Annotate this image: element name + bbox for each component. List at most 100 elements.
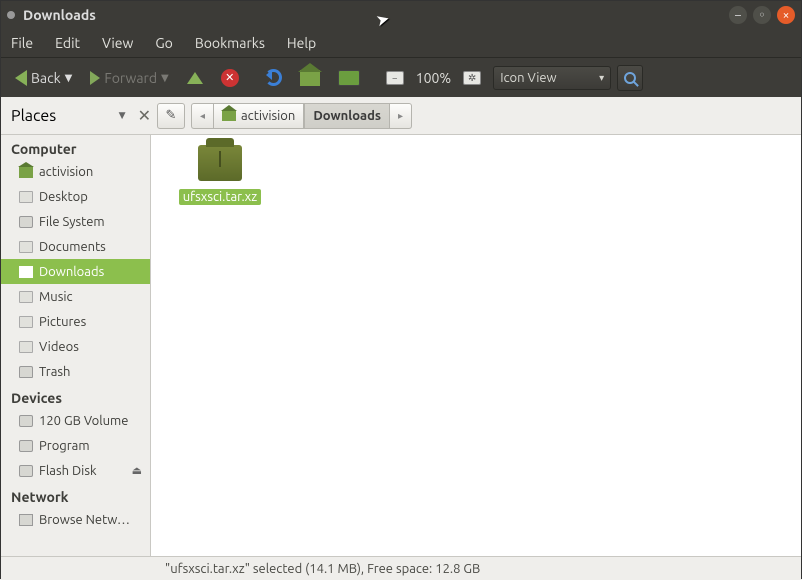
videos-icon — [19, 341, 33, 353]
breadcrumb: ◂ activision Downloads ▸ — [191, 103, 412, 129]
menu-edit[interactable]: Edit — [51, 33, 84, 53]
sidebar-item-desktop[interactable]: Desktop — [1, 184, 150, 209]
sidebar-item-label: Music — [39, 290, 73, 304]
back-button[interactable]: Back ▼ — [9, 67, 78, 89]
folder-icon — [19, 241, 33, 253]
home-button[interactable] — [294, 67, 326, 89]
download-icon — [19, 266, 33, 278]
file-item[interactable]: ufsxsci.tar.xz — [175, 141, 265, 205]
reload-button[interactable] — [259, 66, 288, 89]
chevron-down-icon[interactable]: ▼ — [161, 72, 169, 84]
breadcrumb-label: Downloads — [313, 109, 381, 123]
maximize-button[interactable]: ◦ — [753, 6, 771, 24]
window-title: Downloads — [23, 7, 723, 23]
up-button[interactable] — [181, 69, 209, 87]
menu-file[interactable]: File — [7, 33, 37, 53]
close-sidebar-button[interactable]: ✕ — [138, 106, 151, 125]
sidebar-item-home[interactable]: activision — [1, 159, 150, 184]
chevron-down-icon[interactable]: ▼ — [119, 110, 126, 121]
sidebar-item-trash[interactable]: Trash — [1, 359, 150, 384]
places-label[interactable]: Places — [11, 107, 107, 125]
home-icon — [300, 70, 320, 86]
zoom-level: 100% — [416, 70, 451, 86]
sidebar-item-label: activision — [39, 165, 93, 179]
folder-icon — [19, 191, 33, 203]
zoom-out-button[interactable]: – — [380, 68, 410, 88]
menu-view[interactable]: View — [98, 33, 137, 53]
sidebar-item-documents[interactable]: Documents — [1, 234, 150, 259]
sidebar-item-label: Desktop — [39, 190, 88, 204]
zoom-in-button[interactable]: ✲ — [457, 68, 487, 88]
section-network: Network — [1, 483, 150, 507]
view-mode-label: Icon View — [500, 71, 556, 85]
view-mode-select[interactable]: Icon View ▾ — [493, 66, 611, 90]
trash-icon — [19, 366, 33, 378]
window-icon — [7, 11, 15, 19]
drive-icon — [19, 465, 33, 477]
sidebar-item-volume[interactable]: 120 GB Volume — [1, 408, 150, 433]
sidebar-item-label: 120 GB Volume — [39, 414, 128, 428]
home-icon — [222, 110, 236, 121]
drive-icon — [19, 216, 33, 228]
breadcrumb-current[interactable]: Downloads — [304, 103, 390, 129]
search-icon — [624, 72, 636, 84]
sidebar-item-label: Browse Netw… — [39, 513, 130, 527]
network-icon — [19, 514, 33, 526]
sidebar-item-label: File System — [39, 215, 105, 229]
sidebar-item-pictures[interactable]: Pictures — [1, 309, 150, 334]
close-button[interactable]: × — [777, 6, 795, 24]
drive-icon — [19, 415, 33, 427]
toolbar: Back ▼ Forward ▼ ✕ – 100% ✲ Icon View ▾ — [1, 57, 801, 97]
menu-go[interactable]: Go — [151, 33, 176, 53]
sidebar-item-flash[interactable]: Flash Disk ⏏ — [1, 458, 150, 483]
reload-icon — [265, 69, 282, 86]
drive-icon — [19, 440, 33, 452]
forward-label: Forward — [104, 70, 157, 86]
menu-help[interactable]: Help — [283, 33, 320, 53]
breadcrumb-prev-button[interactable]: ◂ — [191, 103, 213, 129]
home-icon — [19, 166, 33, 178]
file-view[interactable]: ufsxsci.tar.xz — [151, 135, 801, 556]
forward-button[interactable]: Forward ▼ — [84, 67, 174, 89]
zoom-in-icon: ✲ — [463, 71, 481, 85]
chevron-down-icon: ▾ — [599, 72, 604, 84]
sidebar-item-program[interactable]: Program — [1, 433, 150, 458]
status-text: "ufsxsci.tar.xz" selected (14.1 MB), Fre… — [165, 562, 480, 576]
menu-bookmarks[interactable]: Bookmarks — [191, 33, 269, 53]
sidebar-item-filesystem[interactable]: File System — [1, 209, 150, 234]
back-label: Back — [31, 70, 61, 86]
back-icon — [15, 70, 27, 86]
titlebar[interactable]: Downloads – ◦ × — [1, 1, 801, 29]
music-icon — [19, 291, 33, 303]
sidebar-item-label: Downloads — [39, 265, 104, 279]
sidebar-item-browse-network[interactable]: Browse Netw… — [1, 507, 150, 532]
breadcrumb-next-button[interactable]: ▸ — [390, 103, 412, 129]
sidebar-item-music[interactable]: Music — [1, 284, 150, 309]
menubar: File Edit View Go Bookmarks Help — [1, 29, 801, 57]
search-button[interactable] — [617, 65, 643, 91]
breadcrumb-home[interactable]: activision — [213, 103, 304, 129]
chevron-down-icon[interactable]: ▼ — [65, 72, 73, 84]
stop-button[interactable]: ✕ — [215, 66, 245, 90]
file-name: ufsxsci.tar.xz — [179, 189, 262, 205]
sidebar-item-label: Flash Disk — [39, 464, 97, 478]
sidebar-item-videos[interactable]: Videos — [1, 334, 150, 359]
archive-icon — [198, 145, 242, 181]
sidebar-item-label: Videos — [39, 340, 79, 354]
sidebar-item-label: Program — [39, 439, 90, 453]
sidebar: Computer activision Desktop File System … — [1, 135, 151, 556]
pictures-icon — [19, 316, 33, 328]
forward-icon — [90, 71, 100, 85]
sidebar-item-label: Trash — [39, 365, 70, 379]
eject-icon[interactable]: ⏏ — [132, 464, 142, 477]
statusbar: "ufsxsci.tar.xz" selected (14.1 MB), Fre… — [1, 556, 801, 580]
monitor-icon — [338, 70, 360, 86]
minimize-button[interactable]: – — [729, 6, 747, 24]
sidebar-item-downloads[interactable]: Downloads — [1, 259, 150, 284]
section-devices: Devices — [1, 384, 150, 408]
sidebar-item-label: Documents — [39, 240, 106, 254]
edit-path-button[interactable]: ✎ — [157, 103, 185, 129]
stop-icon: ✕ — [221, 69, 239, 87]
computer-button[interactable] — [332, 67, 366, 89]
up-icon — [187, 72, 203, 84]
